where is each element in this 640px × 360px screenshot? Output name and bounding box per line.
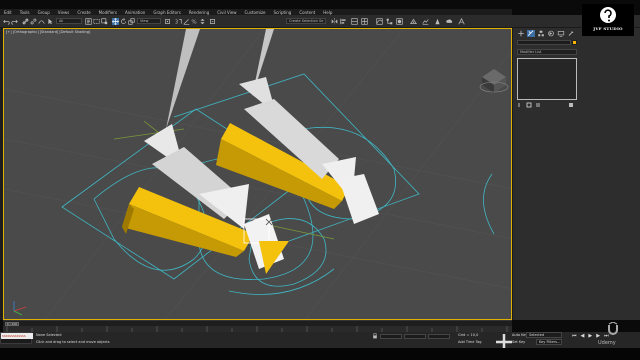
hierarchy-tab-icon[interactable] (537, 30, 545, 37)
named-sel-icon[interactable] (209, 18, 216, 25)
motion-tab-icon[interactable] (547, 30, 555, 37)
create-tab-icon[interactable] (517, 30, 525, 37)
make-unique-icon[interactable] (536, 103, 540, 107)
redo-icon[interactable] (11, 18, 18, 25)
set-key-label[interactable]: Set Key (512, 340, 525, 344)
menu-create[interactable]: Create (77, 10, 90, 15)
modify-tab-icon[interactable] (527, 30, 535, 37)
menu-tools[interactable]: Tools (20, 10, 30, 15)
undo-icon[interactable] (3, 18, 10, 25)
command-panel: Modifier List (512, 28, 640, 320)
playback-controls: ⏮ ◀ ▶ ▶ ⏭ (572, 333, 609, 339)
window-crossing-icon[interactable] (101, 18, 108, 25)
play-icon[interactable]: ▶ (588, 333, 592, 339)
render-icon[interactable] (434, 18, 441, 25)
video-player-bar (0, 348, 640, 360)
menu-content[interactable]: Content (299, 10, 315, 15)
graphite-icon[interactable] (361, 18, 368, 25)
main-toolbar: All View 3 % Create Selection Se (0, 15, 640, 28)
viewport-scene[interactable] (4, 29, 512, 320)
y-coord-field[interactable] (404, 333, 426, 339)
snap-3d-icon[interactable]: 3 (175, 18, 182, 25)
utilities-tab-icon[interactable] (567, 30, 575, 37)
maxscript-input[interactable]: sssssssssssss (1, 333, 33, 339)
select-object-icon[interactable] (47, 18, 54, 25)
spinner-snap-icon[interactable] (199, 18, 206, 25)
object-color-swatch[interactable] (572, 40, 577, 45)
render-frame-icon[interactable] (422, 18, 429, 25)
next-frame-icon[interactable]: ▶ (596, 333, 600, 339)
axis-tripod-icon (13, 301, 27, 316)
rect-region-icon[interactable] (93, 18, 100, 25)
go-to-start-icon[interactable]: ⏮ (572, 333, 577, 339)
curve-editor-icon[interactable] (376, 18, 383, 25)
selection-filter-dropdown[interactable]: All (56, 18, 82, 24)
svg-text:3: 3 (175, 20, 178, 25)
schematic-icon[interactable] (386, 18, 393, 25)
viewport-label[interactable]: [+] [Orthographic] [Standard] [Default S… (6, 30, 90, 34)
rotate-icon[interactable] (120, 18, 127, 25)
layer-icon[interactable] (351, 18, 358, 25)
menu-views[interactable]: Views (58, 10, 70, 15)
angle-snap-icon[interactable] (183, 18, 190, 25)
studio-logo: JVF STUDIO (582, 4, 634, 36)
previous-frame-icon[interactable]: ◀ (581, 333, 585, 339)
z-coord-field[interactable] (428, 333, 450, 339)
a360-icon[interactable] (458, 18, 465, 25)
menu-customize[interactable]: Customize (245, 10, 266, 15)
menu-graph-editors[interactable]: Graph Editors (153, 10, 180, 15)
grid-readout: Grid = 10,0 (458, 333, 479, 337)
menu-group[interactable]: Group (38, 10, 50, 15)
render-setup-icon[interactable] (410, 18, 417, 25)
key-selected-dropdown[interactable]: Selected (526, 332, 562, 338)
select-by-name-icon[interactable] (85, 18, 92, 25)
modifier-list-dropdown[interactable]: Modifier List (517, 49, 577, 55)
mirror-icon[interactable] (331, 18, 338, 25)
display-tab-icon[interactable] (557, 30, 565, 37)
render-cloud-icon[interactable] (446, 18, 453, 25)
menu-modifiers[interactable]: Modifiers (99, 10, 117, 15)
reference-coord-dropdown[interactable]: View (137, 18, 161, 24)
lock-selection-icon[interactable] (372, 332, 378, 339)
menu-animation[interactable]: Animation (125, 10, 145, 15)
unlink-icon[interactable] (30, 18, 37, 25)
udemy-icon (606, 321, 620, 337)
pivot-icon[interactable] (164, 18, 171, 25)
align-icon[interactable] (340, 18, 347, 25)
menu-help[interactable]: Help (323, 10, 332, 15)
scale-icon[interactable] (128, 18, 135, 25)
viewcube-icon[interactable] (479, 69, 509, 93)
link-icon[interactable] (22, 18, 29, 25)
studio-logo-icon (600, 7, 616, 23)
menu-scripting[interactable]: Scripting (274, 10, 292, 15)
move-icon[interactable] (112, 18, 119, 25)
menu-civil-view[interactable]: Civil View (217, 10, 236, 15)
percent-snap-icon[interactable]: % (191, 18, 198, 25)
object-name-field[interactable] (517, 40, 571, 45)
svg-text:%: % (191, 20, 196, 25)
maxscript-listener[interactable]: sssssssssssss (0, 332, 33, 344)
bind-space-warp-icon[interactable] (38, 18, 45, 25)
x-coord-field[interactable] (380, 333, 402, 339)
show-end-result-icon[interactable] (526, 102, 532, 108)
remove-modifier-icon[interactable] (569, 103, 573, 107)
add-time-tag[interactable]: Add Time Tag (458, 340, 482, 344)
stack-tools (517, 102, 577, 108)
prompt-line: Click and drag to select and move object… (36, 340, 110, 344)
material-editor-icon[interactable] (396, 18, 403, 25)
selection-set-dropdown[interactable]: Create Selection Se (286, 18, 326, 24)
udemy-watermark: Udemy (598, 340, 616, 346)
menu-rendering[interactable]: Rendering (189, 10, 209, 15)
selection-status: None Selected (36, 333, 62, 337)
key-filters-button[interactable]: Key Filters... (536, 339, 562, 345)
perspective-viewport[interactable]: [+] [Orthographic] [Standard] [Default S… (3, 28, 512, 320)
menu-edit[interactable]: Edit (4, 10, 12, 15)
modifier-stack[interactable] (517, 58, 577, 100)
studio-name: JVF STUDIO (593, 26, 623, 31)
